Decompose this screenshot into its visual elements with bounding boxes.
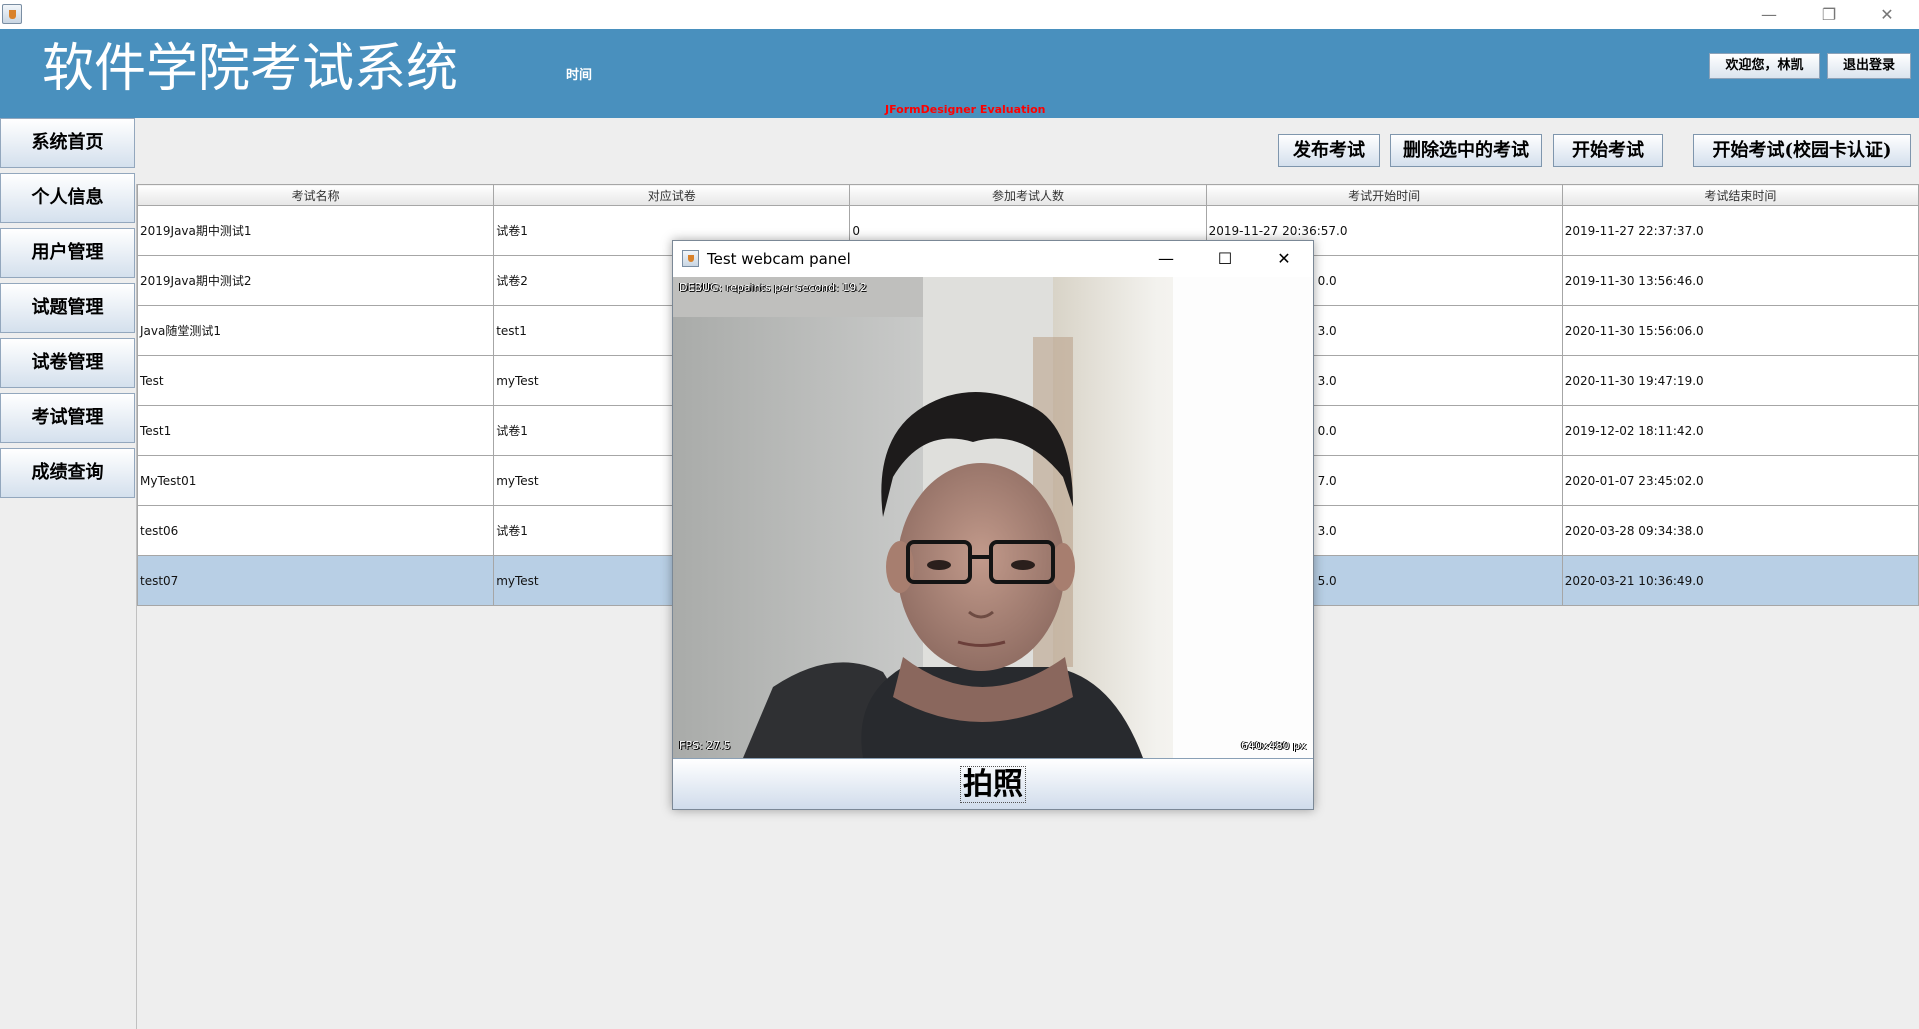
time-label: 时间 bbox=[566, 68, 593, 83]
column-header-end-time[interactable]: 考试结束时间 bbox=[1561, 184, 1919, 206]
dialog-title: Test webcam panel bbox=[707, 250, 851, 268]
cell-end-time: 2020-03-21 10:36:49.0 bbox=[1561, 555, 1919, 606]
cell-exam-name: MyTest01 bbox=[136, 455, 495, 506]
publish-exam-button[interactable]: 发布考试 bbox=[1278, 134, 1380, 167]
cell-end-time: 2020-11-30 15:56:06.0 bbox=[1561, 305, 1919, 356]
cell-exam-name: 2019Java期中测试1 bbox=[136, 205, 495, 256]
logout-button[interactable]: 退出登录 bbox=[1827, 53, 1911, 79]
debug-overlay-text: DEBUG: repaints per second: 19.2 bbox=[679, 281, 867, 294]
resolution-overlay-text: 640x480 px bbox=[1241, 739, 1307, 752]
table-header-row: 考试名称 对应试卷 参加考试人数 考试开始时间 考试结束时间 bbox=[136, 184, 1919, 206]
cell-exam-name: Test1 bbox=[136, 405, 495, 456]
window-titlebar: — ❐ ✕ bbox=[0, 0, 1919, 29]
webcam-feed: DEBUG: repaints per second: 19.2 FPS: 27… bbox=[673, 277, 1313, 758]
minimize-button[interactable]: — bbox=[1740, 0, 1798, 29]
start-exam-button[interactable]: 开始考试 bbox=[1553, 134, 1663, 167]
dialog-minimize-button[interactable]: — bbox=[1142, 245, 1190, 273]
fps-overlay-text: FPS: 27.5 bbox=[679, 739, 731, 752]
take-photo-label: 拍照 bbox=[960, 766, 1026, 803]
close-button[interactable]: ✕ bbox=[1858, 0, 1916, 29]
sidebar-item-exams[interactable]: 考试管理 bbox=[0, 393, 135, 443]
cell-end-time: 2020-01-07 23:45:02.0 bbox=[1561, 455, 1919, 506]
sidebar-item-scores[interactable]: 成绩查询 bbox=[0, 448, 135, 498]
webcam-image bbox=[673, 277, 1313, 758]
cell-exam-name: 2019Java期中测试2 bbox=[136, 255, 495, 306]
delete-selected-exam-button[interactable]: 删除选中的考试 bbox=[1390, 134, 1542, 167]
webcam-dialog: Test webcam panel — ☐ ✕ DEBUG: repaints … bbox=[672, 240, 1314, 810]
welcome-user-button[interactable]: 欢迎您，林凯 bbox=[1709, 53, 1820, 79]
dialog-titlebar[interactable]: Test webcam panel — ☐ ✕ bbox=[673, 241, 1313, 277]
cell-end-time: 2019-12-02 18:11:42.0 bbox=[1561, 405, 1919, 456]
cell-exam-name: test06 bbox=[136, 505, 495, 556]
sidebar-item-home[interactable]: 系统首页 bbox=[0, 118, 135, 168]
sidebar-item-users[interactable]: 用户管理 bbox=[0, 228, 135, 278]
app-title: 软件学院考试系统 bbox=[42, 39, 459, 99]
cell-end-time: 2019-11-30 13:56:46.0 bbox=[1561, 255, 1919, 306]
sidebar-item-questions[interactable]: 试题管理 bbox=[0, 283, 135, 333]
dialog-close-button[interactable]: ✕ bbox=[1260, 245, 1308, 273]
column-header-start-time[interactable]: 考试开始时间 bbox=[1205, 184, 1563, 206]
evaluation-notice: JFormDesigner Evaluation bbox=[885, 103, 1046, 116]
column-header-paper[interactable]: 对应试卷 bbox=[493, 184, 851, 206]
cell-exam-name: test07 bbox=[136, 555, 495, 606]
cell-exam-name: Test bbox=[136, 355, 495, 406]
java-app-icon bbox=[682, 250, 699, 267]
cell-end-time: 2019-11-27 22:37:37.0 bbox=[1561, 205, 1919, 256]
cell-exam-name: Java随堂测试1 bbox=[136, 305, 495, 356]
start-exam-card-auth-button[interactable]: 开始考试(校园卡认证) bbox=[1693, 134, 1911, 167]
column-header-exam-name[interactable]: 考试名称 bbox=[136, 184, 495, 206]
take-photo-button[interactable]: 拍照 bbox=[673, 758, 1313, 809]
sidebar-item-profile[interactable]: 个人信息 bbox=[0, 173, 135, 223]
column-header-participants[interactable]: 参加考试人数 bbox=[849, 184, 1207, 206]
dialog-maximize-button[interactable]: ☐ bbox=[1201, 245, 1249, 273]
sidebar-item-papers[interactable]: 试卷管理 bbox=[0, 338, 135, 388]
cell-end-time: 2020-03-28 09:34:38.0 bbox=[1561, 505, 1919, 556]
java-app-icon bbox=[2, 4, 22, 24]
restore-button[interactable]: ❐ bbox=[1800, 0, 1858, 29]
cell-end-time: 2020-11-30 19:47:19.0 bbox=[1561, 355, 1919, 406]
